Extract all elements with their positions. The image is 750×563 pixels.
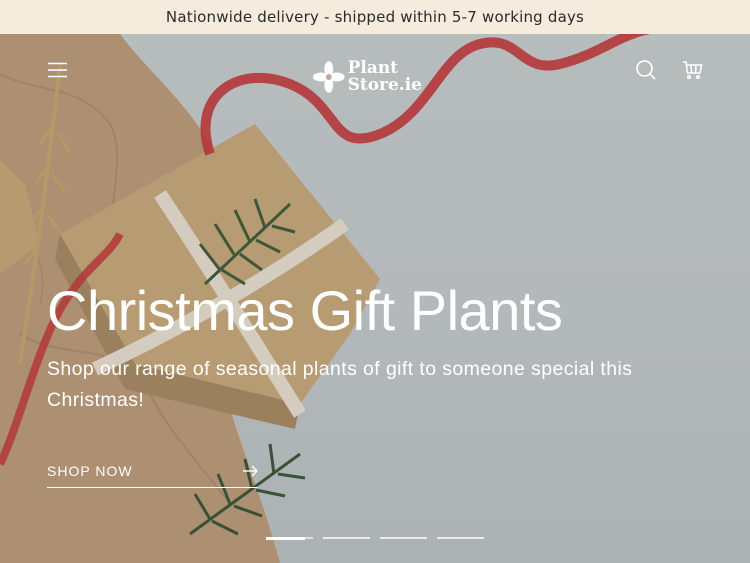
slide-dot-3[interactable] bbox=[380, 537, 427, 539]
hero-subtitle: Shop our range of seasonal plants of gif… bbox=[47, 358, 633, 411]
slider-pagination bbox=[266, 536, 484, 540]
logo-text: Plant Store.ie bbox=[348, 60, 422, 94]
menu-icon[interactable] bbox=[46, 58, 70, 82]
announcement-bar: Nationwide delivery - shipped within 5-7… bbox=[0, 0, 750, 34]
hero-title: Christmas Gift Plants bbox=[47, 279, 563, 342]
slide-dot-1[interactable] bbox=[266, 536, 313, 540]
site-logo[interactable]: Plant Store.ie bbox=[312, 56, 422, 98]
shop-now-button[interactable]: SHOP NOW bbox=[47, 454, 258, 488]
flower-icon bbox=[312, 61, 345, 93]
search-icon[interactable] bbox=[634, 58, 658, 82]
logo-line-store: Store.ie bbox=[347, 75, 422, 95]
slide-dot-2[interactable] bbox=[323, 537, 370, 539]
hero-banner: Plant Store.ie Christmas Gift Plants Sho… bbox=[0, 34, 750, 563]
shop-now-label: SHOP NOW bbox=[47, 462, 133, 479]
announcement-text: Nationwide delivery - shipped within 5-7… bbox=[165, 8, 585, 26]
arrow-right-icon bbox=[243, 465, 258, 476]
cart-icon[interactable] bbox=[681, 58, 705, 82]
slide-progress-fill bbox=[266, 536, 305, 540]
slide-dot-4[interactable] bbox=[437, 537, 484, 539]
